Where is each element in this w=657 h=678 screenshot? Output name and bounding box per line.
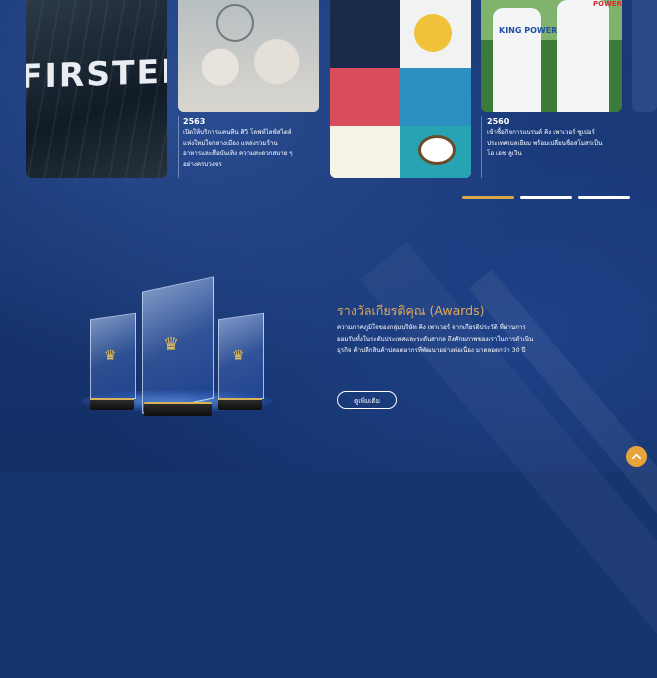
chevron-up-icon	[632, 453, 641, 460]
firster-logo-text: FIRSTER	[26, 51, 167, 96]
awards-title: รางวัลเกียรติคุณ (Awards)	[337, 303, 485, 318]
product-tile	[400, 68, 471, 126]
product-tile	[330, 126, 400, 178]
carousel-indicator-2[interactable]	[520, 196, 572, 199]
trophy-base	[218, 398, 262, 410]
carousel-indicator-1[interactable]	[462, 196, 514, 199]
history-carousel: FIRSTER 2563 เปิดให้บริการแคนทีน ศิวิ โล…	[0, 0, 657, 180]
year-label: 2560	[487, 117, 510, 126]
crown-icon: ♛	[104, 348, 117, 364]
carousel-card-firster[interactable]: FIRSTER	[26, 0, 167, 178]
coconut-item	[418, 135, 456, 165]
carousel-card-2560[interactable]: KING POWER POWER	[481, 0, 622, 112]
player-figure	[493, 8, 541, 112]
product-tile	[330, 68, 400, 126]
scroll-to-top-button[interactable]	[626, 446, 647, 467]
caption-text: เปิดให้บริการแคนทีน ศิวิ โลฟท์ไลฟ์สไตล์แ…	[183, 129, 293, 168]
illustration-circle	[216, 4, 254, 42]
player-figure	[557, 0, 609, 112]
crown-icon: ♛	[232, 348, 245, 364]
see-more-button[interactable]: ดูเพิ่มเติม	[337, 391, 397, 409]
awards-trophies-image: ♛ ♛ ♛	[70, 270, 280, 430]
trophy-base	[144, 402, 212, 416]
crown-icon: ♛	[163, 334, 180, 355]
carousel-indicators	[462, 196, 630, 199]
carousel-caption-2560: 2560 เข้าซื้อกิจการแบรนด์ คิง เพาเวอร์ ซ…	[487, 116, 611, 160]
product-item	[414, 14, 452, 52]
carousel-caption-2563: 2563 เปิดให้บริการแคนทีน ศิวิ โลฟท์ไลฟ์ส…	[183, 116, 295, 170]
carousel-card-2563[interactable]	[178, 0, 319, 112]
caption-text: เข้าซื้อกิจการแบรนด์ คิง เพาเวอร์ ซูเปอร…	[487, 129, 603, 157]
shirt-sponsor-text-2: POWER	[593, 0, 622, 8]
timeline-divider	[178, 116, 179, 178]
shirt-sponsor-text: KING POWER	[499, 26, 558, 35]
carousel-card-products[interactable]	[330, 0, 471, 178]
trophy-base	[90, 398, 134, 410]
year-label: 2563	[183, 117, 206, 126]
timeline-divider	[481, 116, 482, 178]
carousel-card-next-peek[interactable]	[632, 0, 657, 112]
carousel-indicator-3[interactable]	[578, 196, 630, 199]
awards-description: ความภาคภูมิใจของกลุ่มบริษัท คิง เพาเวอร์…	[337, 324, 534, 355]
product-tile	[330, 0, 400, 68]
